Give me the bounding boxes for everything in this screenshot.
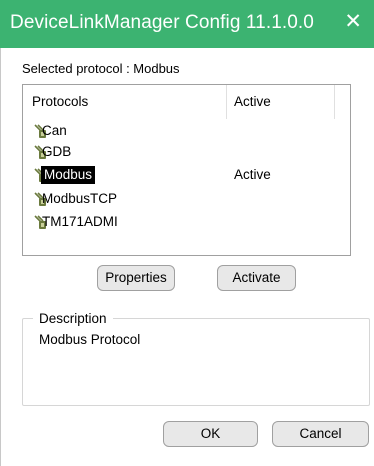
description-group: Description Modbus Protocol	[22, 310, 370, 406]
cancel-button[interactable]: Cancel	[272, 421, 369, 447]
list-item[interactable]: TM171ADMI	[23, 212, 350, 232]
selected-protocol-label: Selected protocol : Modbus	[22, 61, 180, 76]
column-header-active[interactable]: Active	[234, 85, 271, 119]
protocol-name: Can	[42, 123, 67, 138]
list-item-selected[interactable]: Modbus Active	[23, 165, 350, 185]
protocol-name: ModbusTCP	[42, 191, 118, 206]
window-title: DeviceLinkManager Config 11.1.0.0	[10, 12, 314, 33]
list-item[interactable]: ModbusTCP	[23, 189, 350, 209]
list-item[interactable]: GDB	[23, 142, 350, 162]
ok-button[interactable]: OK	[163, 421, 258, 447]
protocol-name: Modbus	[41, 166, 96, 184]
protocol-active-status: Active	[234, 167, 271, 182]
column-divider	[334, 85, 335, 119]
title-bar: DeviceLinkManager Config 11.1.0.0 ✕	[0, 0, 374, 48]
properties-button[interactable]: Properties	[97, 265, 175, 291]
description-legend: Description	[33, 310, 113, 327]
protocol-list[interactable]: Protocols Active Can GDB Modbus Active M…	[22, 84, 351, 256]
protocol-name: TM171ADMI	[42, 214, 118, 229]
activate-button[interactable]: Activate	[217, 265, 296, 291]
protocol-name: GDB	[42, 144, 72, 159]
column-header-protocols[interactable]: Protocols	[32, 85, 88, 119]
list-header: Protocols Active	[23, 85, 350, 119]
close-icon[interactable]: ✕	[344, 10, 362, 34]
window-border	[0, 48, 1, 466]
list-item[interactable]: Can	[23, 121, 350, 141]
description-text: Modbus Protocol	[39, 332, 141, 347]
column-divider	[226, 85, 227, 119]
